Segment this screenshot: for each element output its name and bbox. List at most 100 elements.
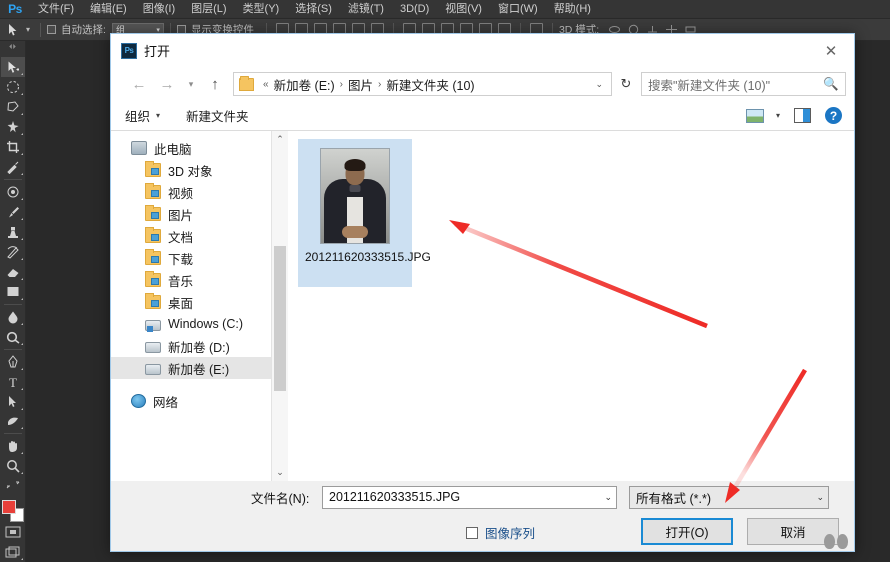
organize-button[interactable]: 组织 ▾ <box>125 106 160 125</box>
change-view-button[interactable]: ▾ <box>745 108 780 123</box>
file-item[interactable]: 201211620333515.JPG <box>298 139 431 287</box>
chevron-down-icon[interactable]: ⌄ <box>810 492 824 503</box>
nav-item-3d-objects[interactable]: 3D 对象 <box>111 159 271 181</box>
elliptical-marquee-tool[interactable] <box>1 77 25 97</box>
auto-select-label: 自动选择: <box>61 24 106 36</box>
lasso-tool[interactable] <box>1 97 25 117</box>
new-folder-button[interactable]: 新建文件夹 <box>186 106 249 125</box>
history-brush-tool[interactable] <box>1 242 25 262</box>
nav-item-this-pc[interactable]: 此电脑 <box>111 137 271 159</box>
dialog-body: 此电脑 3D 对象 视频 图片 文档 下载 音乐 桌面 Windows (C:)… <box>111 131 854 481</box>
breadcrumb[interactable]: « 新加卷 (E:) › 图片 › 新建文件夹 (10) ⌄ <box>233 72 612 96</box>
tools-panel-grip[interactable]: ⏴⏵ <box>3 43 23 53</box>
file-type-value: 所有格式 (*.*) <box>636 491 712 506</box>
filename-input[interactable]: 201211620333515.JPG ⌄ <box>322 485 617 509</box>
menu-help[interactable]: 帮助(H) <box>546 0 599 19</box>
breadcrumb-part-pictures[interactable]: 图片 <box>348 75 373 94</box>
preview-pane-icon[interactable] <box>794 108 811 123</box>
file-type-select[interactable]: 所有格式 (*.*) ⌄ <box>629 485 829 509</box>
nav-item-volume-d[interactable]: 新加卷 (D:) <box>111 335 271 357</box>
quick-mask-mode-button[interactable] <box>1 522 25 542</box>
menu-filter[interactable]: 滤镜(T) <box>340 0 392 19</box>
eyedropper-tool[interactable] <box>1 157 25 177</box>
open-button[interactable]: 打开(O) <box>641 518 733 545</box>
nav-item-label: 下载 <box>168 252 194 267</box>
dialog-title-bar[interactable]: Ps 打开 ✕ <box>111 34 854 67</box>
brush-tool[interactable] <box>1 202 25 222</box>
close-icon[interactable]: ✕ <box>808 34 854 67</box>
checkbox-box[interactable] <box>466 526 478 539</box>
pen-tool[interactable] <box>1 352 25 372</box>
menu-view[interactable]: 视图(V) <box>437 0 490 19</box>
zoom-tool[interactable] <box>1 456 25 476</box>
shape-tool[interactable] <box>1 412 25 432</box>
search-input[interactable]: 搜索"新建文件夹 (10)" 🔍 <box>641 72 846 96</box>
folder-icon <box>145 183 161 199</box>
scroll-down-icon[interactable]: ⌄ <box>272 464 288 481</box>
nav-item-desktop[interactable]: 桌面 <box>111 291 271 313</box>
nav-item-documents[interactable]: 文档 <box>111 225 271 247</box>
magic-wand-tool[interactable] <box>1 117 25 137</box>
nav-item-videos[interactable]: 视频 <box>111 181 271 203</box>
nav-item-volume-e[interactable]: 新加卷 (E:) <box>111 357 271 379</box>
menu-3d[interactable]: 3D(D) <box>392 0 437 19</box>
nav-item-music[interactable]: 音乐 <box>111 269 271 291</box>
breadcrumb-part-drive[interactable]: 新加卷 (E:) <box>274 75 335 94</box>
file-list-pane[interactable]: 201211620333515.JPG <box>288 131 854 481</box>
color-swatches[interactable] <box>1 499 25 523</box>
menu-edit[interactable]: 编辑(E) <box>82 0 135 19</box>
active-tool-indicator-icon[interactable] <box>0 23 26 36</box>
photoshop-logo-icon: Ps <box>8 2 22 16</box>
breadcrumb-part-folder[interactable]: 新建文件夹 (10) <box>386 75 474 94</box>
tool-preset-caret-icon[interactable]: ▾ <box>26 25 30 34</box>
nav-item-pictures[interactable]: 图片 <box>111 203 271 225</box>
chevron-down-icon[interactable]: ⌄ <box>598 492 612 503</box>
refresh-icon[interactable]: ↻ <box>614 72 638 96</box>
menu-layer[interactable]: 图层(L) <box>183 0 234 19</box>
menu-image[interactable]: 图像(I) <box>135 0 183 19</box>
dialog-buttons: 图像序列 打开(O) 取消 <box>111 518 854 545</box>
chevron-down-icon[interactable]: ⌄ <box>589 79 609 90</box>
clone-stamp-tool[interactable] <box>1 222 25 242</box>
type-tool[interactable]: T <box>1 372 25 392</box>
navigation-pane: 此电脑 3D 对象 视频 图片 文档 下载 音乐 桌面 Windows (C:)… <box>111 131 271 481</box>
menu-file[interactable]: 文件(F) <box>30 0 82 19</box>
hand-tool[interactable] <box>1 436 25 456</box>
drive-icon <box>145 363 161 375</box>
nav-item-label: 视频 <box>168 186 194 201</box>
tool-flyout-indicator-icon <box>20 93 23 96</box>
breadcrumb-separator: › <box>378 78 382 90</box>
divider <box>3 433 22 435</box>
scroll-up-icon[interactable]: ⌃ <box>272 131 288 148</box>
tool-flyout-indicator-icon <box>20 153 23 156</box>
eraser-tool[interactable] <box>1 262 25 282</box>
image-sequence-checkbox[interactable]: 图像序列 <box>466 523 535 542</box>
search-icon[interactable]: 🔍 <box>823 77 839 92</box>
nav-item-downloads[interactable]: 下载 <box>111 247 271 269</box>
navigation-pane-scrollbar[interactable]: ⌃ ⌄ <box>271 131 288 481</box>
blur-tool[interactable] <box>1 307 25 327</box>
help-icon[interactable]: ? <box>825 107 842 124</box>
nav-item-windows-c[interactable]: Windows (C:) <box>111 313 271 335</box>
scrollbar-thumb[interactable] <box>274 246 286 391</box>
screen-mode-button[interactable] <box>1 542 25 562</box>
divider <box>3 179 22 181</box>
menu-type[interactable]: 类型(Y) <box>235 0 288 19</box>
gradient-tool[interactable] <box>1 282 25 302</box>
move-tool[interactable] <box>0 57 25 78</box>
menu-window[interactable]: 窗口(W) <box>490 0 546 19</box>
up-button[interactable]: ↑ <box>201 71 229 97</box>
edit-toolbar-button[interactable] <box>1 476 25 496</box>
foreground-color-swatch[interactable] <box>1 500 16 515</box>
menu-select[interactable]: 选择(S) <box>287 0 340 19</box>
crop-tool[interactable] <box>1 137 25 157</box>
dialog-title: 打开 <box>144 44 171 59</box>
path-selection-tool[interactable] <box>1 392 25 412</box>
dodge-tool[interactable] <box>1 327 25 347</box>
back-button[interactable]: ← <box>125 71 153 97</box>
recent-locations-chevron-down-icon[interactable]: ▾ <box>181 71 201 97</box>
spot-healing-brush-tool[interactable] <box>1 182 25 202</box>
auto-select-checkbox[interactable] <box>47 25 57 34</box>
forward-button[interactable]: → <box>153 71 181 97</box>
nav-item-network[interactable]: 网络 <box>111 390 271 412</box>
